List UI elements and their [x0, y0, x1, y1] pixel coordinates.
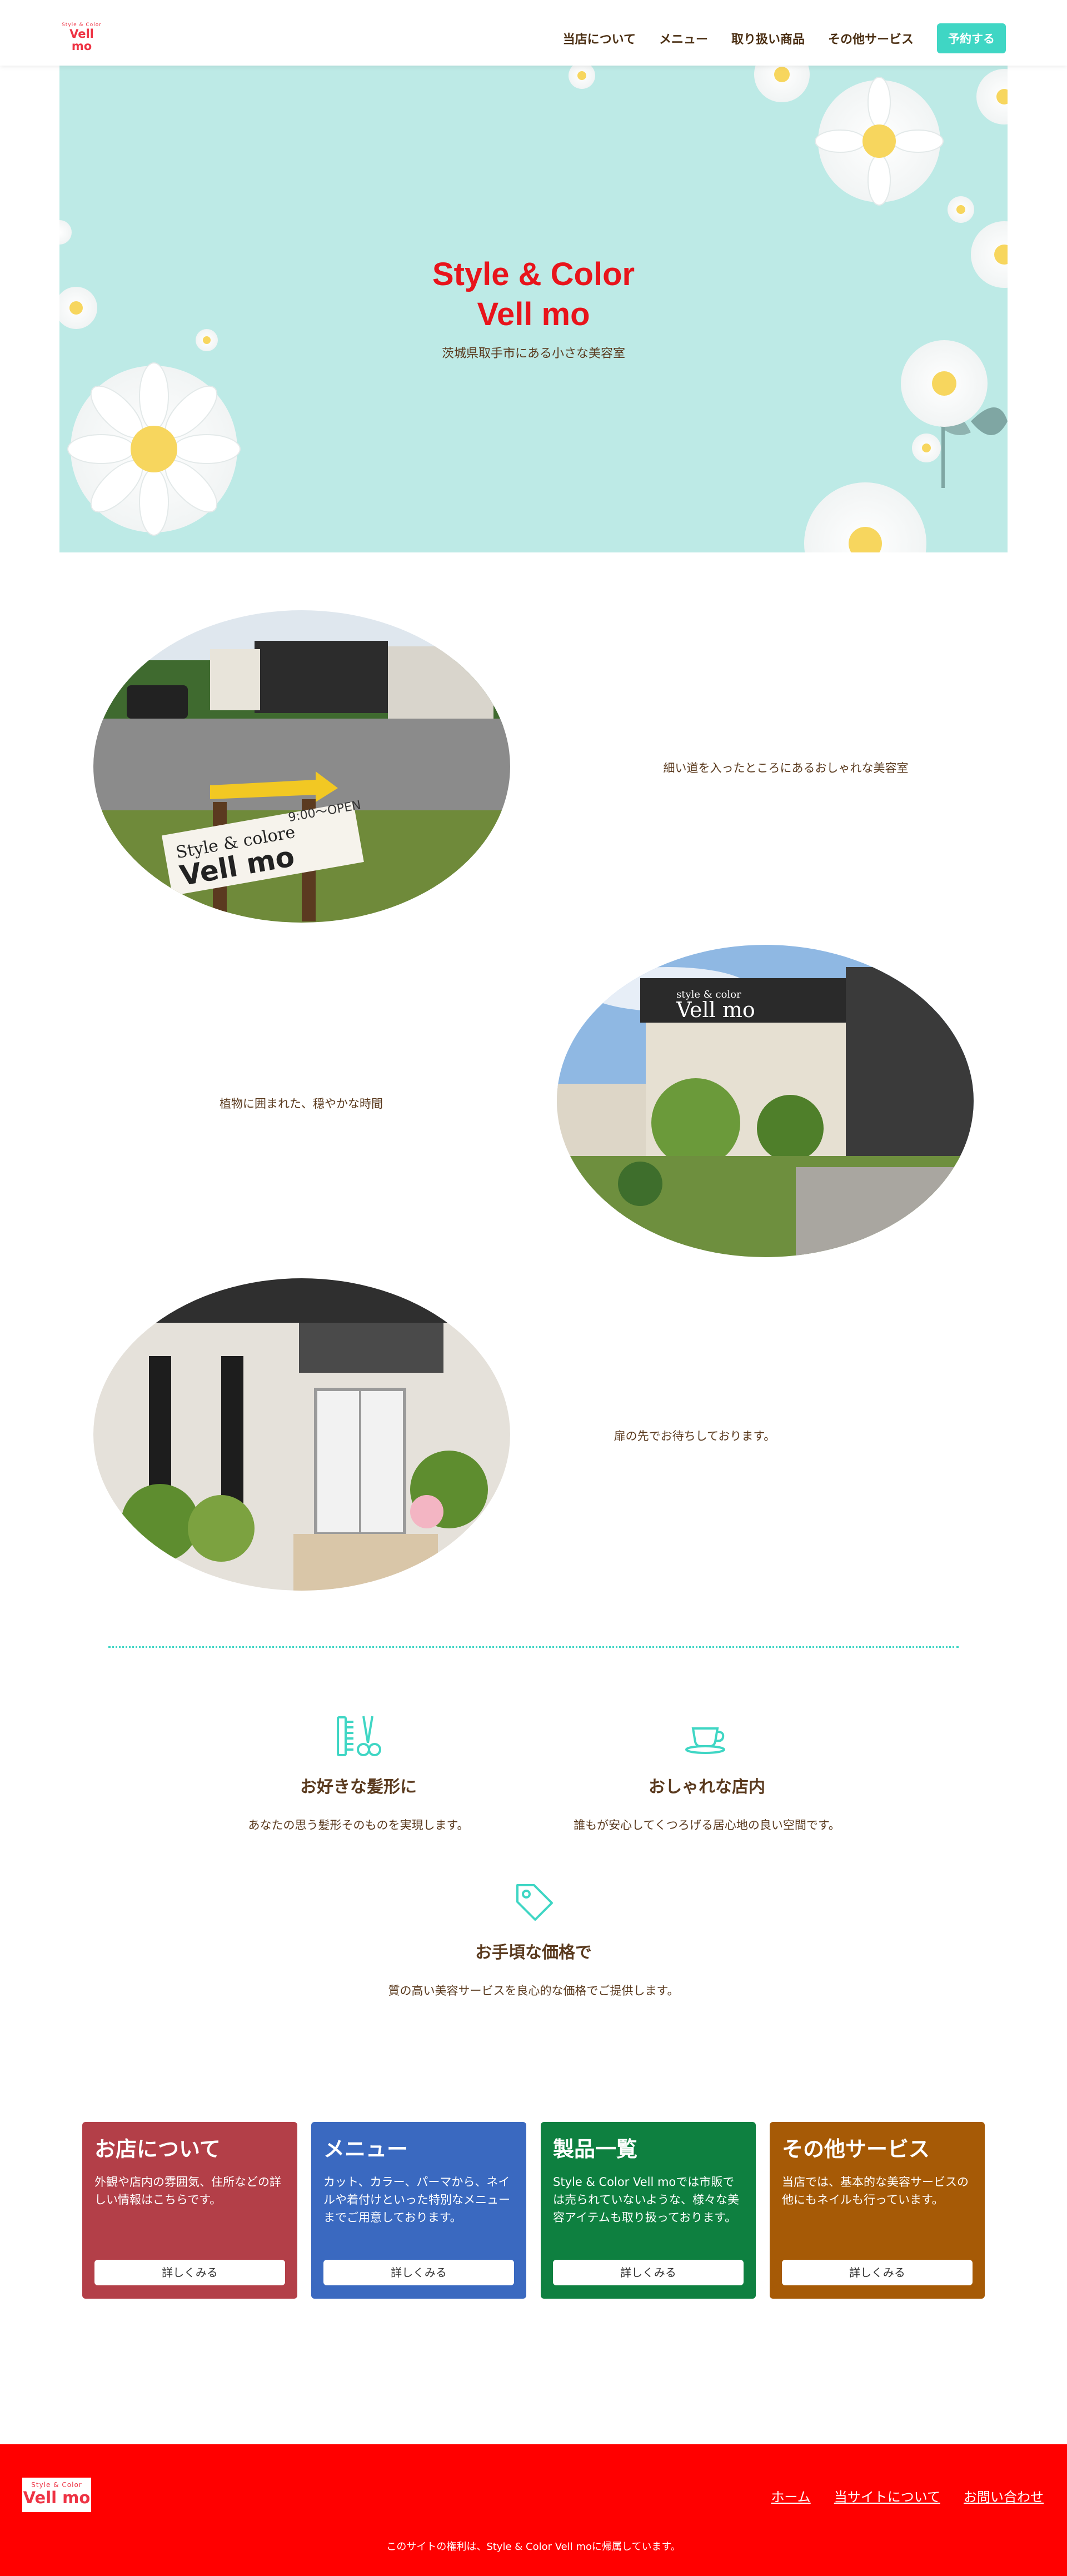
nav-about[interactable]: 当店について	[563, 29, 636, 47]
card-body: Style & Color Vell moでは市販では売られていないような、様々…	[553, 2175, 739, 2224]
feature-caption-1: 細い道を入ったところにあるおしゃれな美容室	[663, 761, 909, 775]
card-body: カット、カラー、パーマから、ネイルや着付けといった特別なメニューまでご用意してお…	[323, 2175, 510, 2224]
card-products: 製品一覧 Style & Color Vell moでは市販では売られていないよ…	[541, 2122, 756, 2299]
footer-nav: ホーム 当サイトについて お問い合わせ	[747, 2486, 1044, 2505]
price-tag-icon	[516, 1884, 553, 1921]
service-interior: おしゃれな店内 誰もが安心してくつろげる居心地の良い空間です。	[512, 1712, 901, 1833]
nav-menu[interactable]: メニュー	[659, 29, 708, 47]
hero-subtitle: 茨城県取手市にある小さな美容室	[441, 347, 625, 361]
site-footer: Style & Color Vell mo ホーム 当サイトについて お問い合わ…	[0, 2444, 1067, 2576]
service-desc: 質の高い美容サービスを良心的な価格でご提供します。	[388, 1984, 679, 1997]
comb-scissors-icon	[337, 1716, 381, 1756]
card-about: お店について 外観や店内の雰囲気、住所などの詳しい情報はこちらです。 詳しくみる	[82, 2122, 297, 2299]
card-body: 当店では、基本的な美容サービスの他にもネイルも行っています。	[782, 2175, 969, 2206]
feature-caption-3: 扉の先でお待ちしております。	[614, 1429, 776, 1443]
site-logo[interactable]: Style & Color Vell mo	[61, 22, 102, 52]
service-desc: 誰もが安心してくつろげる居心地の良い空間です。	[574, 1818, 840, 1832]
service-hairstyle: お好きな髪形に あなたの思う髪形そのものを実現します。	[164, 1712, 553, 1833]
service-desc: あなたの思う髪形そのものを実現します。	[248, 1818, 469, 1832]
card-other-services: その他サービス 当店では、基本的な美容サービスの他にもネイルも行っています。 詳…	[770, 2122, 985, 2299]
footer-logo-small: Style & Color	[31, 2481, 82, 2489]
logo-big-text: Vell mo	[69, 27, 94, 53]
footer-logo-big: Vell mo	[23, 2488, 91, 2507]
service-price: お手頃な価格で 質の高い美容サービスを良心的な価格でご提供します。	[339, 1877, 728, 1999]
card-body: 外観や店内の雰囲気、住所などの詳しい情報はこちらです。	[94, 2175, 281, 2206]
card-about-button[interactable]: 詳しくみる	[94, 2260, 285, 2285]
footer-link-home[interactable]: ホーム	[771, 2486, 810, 2505]
footer-link-contact[interactable]: お問い合わせ	[964, 2486, 1044, 2505]
feature-caption-2: 植物に囲まれた、穏やかな時間	[220, 1097, 383, 1110]
hero-title: Style & Color Vell mo	[59, 255, 1008, 335]
card-other-services-button[interactable]: 詳しくみる	[782, 2260, 973, 2285]
footer-link-about-site[interactable]: 当サイトについて	[834, 2486, 940, 2505]
service-title: おしゃれな店内	[649, 1777, 765, 1797]
exterior-sign-photo: Style & colore Vell mo 9:00〜OPEN	[93, 610, 510, 923]
hero-title-line1: Style & Color	[432, 256, 635, 292]
card-title: 製品一覧	[553, 2137, 638, 2161]
hero-title-line2: Vell mo	[477, 296, 590, 332]
site-header: Style & Color Vell mo 当店について メニュー 取り扱い商品…	[0, 0, 1067, 66]
card-title: お店について	[94, 2137, 221, 2161]
reserve-button[interactable]: 予約する	[937, 23, 1006, 53]
coffee-cup-icon	[685, 1727, 725, 1754]
nav-products[interactable]: 取り扱い商品	[731, 29, 805, 47]
copyright-text: このサイトの権利は、Style & Color Vell moに帰属しています。	[386, 2541, 681, 2553]
shop-exterior-photo: style & color Vell mo	[557, 945, 974, 1257]
shop-entrance-photo	[93, 1278, 510, 1591]
card-menu-button[interactable]: 詳しくみる	[323, 2260, 514, 2285]
nav-other-services[interactable]: その他サービス	[828, 29, 914, 47]
service-title: お手頃な価格で	[475, 1943, 592, 1962]
card-menu: メニュー カット、カラー、パーマから、ネイルや着付けといった特別なメニューまでご…	[311, 2122, 526, 2299]
section-divider	[108, 1646, 959, 1648]
card-title: その他サービス	[782, 2137, 930, 2161]
main-nav: 当店について メニュー 取り扱い商品 その他サービス 予約する	[540, 23, 1006, 53]
shop-sign-big: Vell mo	[676, 998, 755, 1022]
service-title: お好きな髪形に	[300, 1777, 417, 1797]
card-products-button[interactable]: 詳しくみる	[553, 2260, 744, 2285]
footer-logo[interactable]: Style & Color Vell mo	[22, 2478, 91, 2512]
card-title: メニュー	[323, 2137, 408, 2161]
hero-banner: Style & Color Vell mo 茨城県取手市にある小さな美容室	[59, 66, 1008, 552]
